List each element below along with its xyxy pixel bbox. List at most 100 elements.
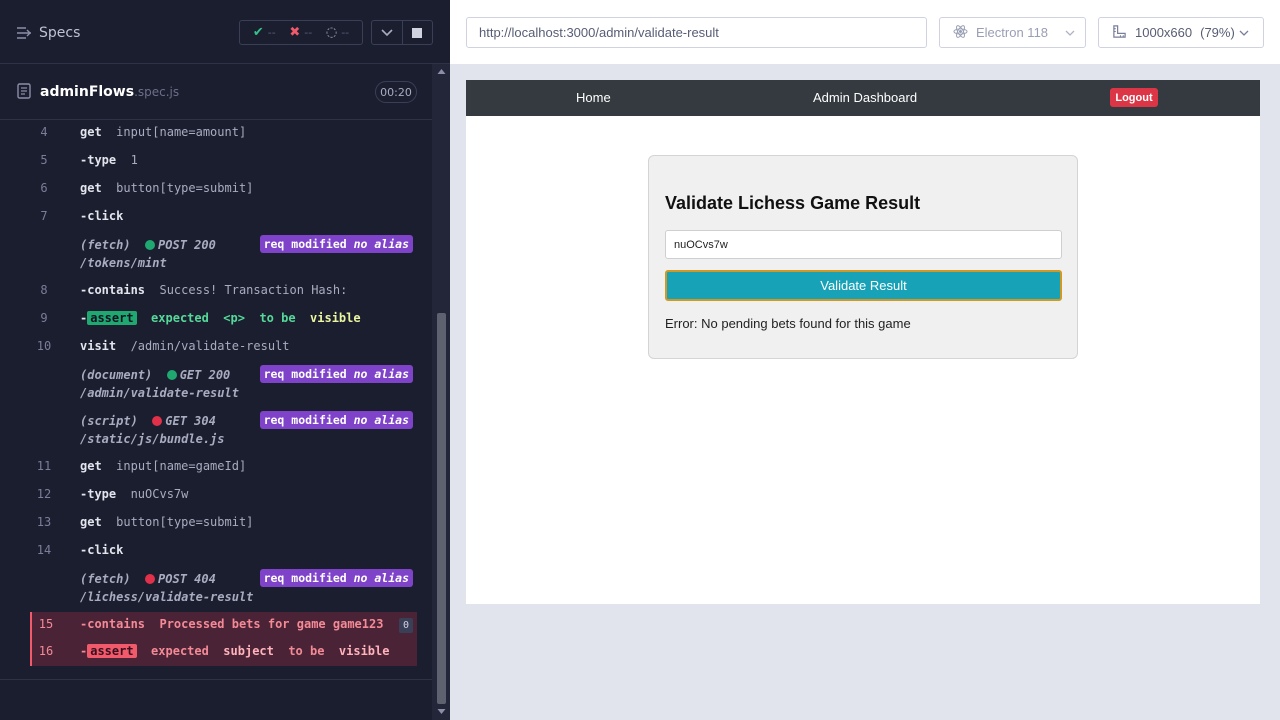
failed-command-row[interactable]: 15 -contains Processed bets for game gam… [30, 612, 417, 639]
stop-button[interactable] [401, 21, 432, 44]
command-name-text: -type [80, 153, 117, 167]
assert-row[interactable]: 9 - assert expected <p> to be visible [30, 311, 417, 329]
zoom-level: (79%) [1200, 25, 1235, 40]
failed-assert-row[interactable]: 16 - assert expected subject to be visibl… [30, 639, 417, 666]
assert-word: expected [151, 311, 209, 325]
request-row[interactable]: (document) GET 200 /admin/validate-resul… [30, 364, 417, 402]
chevron-down-icon [381, 28, 393, 36]
badge-text: req modified [263, 413, 347, 427]
status-dot-icon [166, 370, 177, 380]
command-row[interactable]: 11 get input[name=gameId] [30, 459, 417, 477]
app-under-test-panel: http://localhost:3000/admin/validate-res… [450, 0, 1280, 720]
command-name: -click [80, 209, 124, 223]
command-name-text: -contains [80, 617, 146, 631]
request-method: POST 200 [158, 238, 216, 252]
request-line: (document) GET 200 [80, 368, 230, 382]
assert-subject: subject [223, 644, 274, 658]
document-icon [17, 83, 31, 103]
validate-result-button[interactable]: Validate Result [665, 270, 1062, 301]
stop-square-icon [412, 27, 423, 38]
command-number: 14 [36, 543, 52, 557]
request-method: GET 304 [165, 414, 216, 428]
status-dot-icon [152, 416, 163, 426]
command-log: 4 get input[name=amount] 5 -type 1 6 get… [0, 120, 432, 680]
assert-value: visible [310, 311, 361, 325]
status-dot-icon [145, 240, 156, 250]
command-message: button[type=submit] [116, 515, 254, 529]
command-name-text: get [80, 181, 102, 195]
cross-icon: ✖ [289, 25, 301, 40]
stat-pending: ◌ -- [326, 25, 349, 40]
test-stats: ✔ -- ✖ -- ◌ -- [239, 20, 363, 45]
nav-dashboard-link[interactable]: Admin Dashboard [813, 90, 917, 105]
specs-toggle-button[interactable]: Specs [16, 22, 80, 44]
command-row[interactable]: 7 -click [30, 209, 417, 227]
command-row[interactable]: 13 get button[type=submit] [30, 515, 417, 533]
reporter-header: Specs ✔ -- ✖ -- ◌ -- [0, 0, 450, 64]
electron-icon [953, 24, 968, 42]
command-number: 11 [36, 459, 52, 473]
command-message: Success! Transaction Hash: [159, 283, 348, 297]
command-name: get button[type=submit] [80, 181, 253, 195]
request-row[interactable]: (fetch) POST 200 /tokens/mint req modifi… [30, 234, 417, 272]
dash: - [80, 644, 88, 658]
request-path: /lichess/validate-result [80, 590, 254, 604]
status-dot-icon [145, 574, 156, 584]
scroll-down-arrow-icon[interactable] [437, 706, 446, 716]
nav-home-link[interactable]: Home [576, 90, 611, 105]
command-row[interactable]: 12 -type nuOCvs7w [30, 487, 417, 505]
viewport-select[interactable]: 1000x660 (79%) [1098, 17, 1264, 48]
aut-header: http://localhost:3000/admin/validate-res… [450, 0, 1280, 64]
collapse-button[interactable] [372, 21, 402, 44]
request-path: /admin/validate-result [80, 386, 239, 400]
command-number: 15 [38, 617, 54, 631]
command-name: -contains Success! Transaction Hash: [80, 283, 347, 297]
browser-select[interactable]: Electron 118 [939, 17, 1086, 48]
spec-file-header[interactable]: adminFlows.spec.js 00:20 [0, 64, 432, 120]
alias-text: no alias [353, 237, 409, 251]
command-row[interactable]: 4 get input[name=amount] [30, 125, 417, 143]
run-controls [371, 20, 433, 45]
failed-count: -- [304, 26, 313, 39]
request-type: (document) [80, 368, 153, 382]
request-type: (fetch) [80, 572, 131, 586]
app-iframe: Home Admin Dashboard Logout Validate Lic… [466, 80, 1260, 604]
assert-word: to be [288, 644, 325, 658]
command-row[interactable]: 14 -click [30, 543, 417, 561]
assert-tag: assert [87, 311, 137, 325]
command-row[interactable]: 10 visit /admin/validate-result [30, 339, 417, 357]
request-method: GET 200 [179, 368, 231, 382]
request-line: (script) GET 304 [80, 414, 216, 428]
command-message: 1 [130, 153, 138, 167]
command-name-text: get [80, 515, 102, 529]
request-row[interactable]: (script) GET 304 /static/js/bundle.js re… [30, 410, 417, 448]
assert-value: visible [338, 644, 390, 658]
game-id-input[interactable]: nuOCvs7w [665, 230, 1062, 259]
scroll-up-arrow-icon[interactable] [437, 67, 446, 77]
command-row[interactable]: 8 -contains Success! Transaction Hash: [30, 283, 417, 301]
url-bar[interactable]: http://localhost:3000/admin/validate-res… [466, 17, 927, 48]
command-row[interactable]: 5 -type 1 [30, 153, 417, 171]
command-name-text: -type [80, 487, 117, 501]
request-path: /static/js/bundle.js [80, 432, 225, 446]
specs-list-icon [16, 26, 32, 40]
reporter-footer [0, 679, 432, 720]
check-icon: ✔ [252, 25, 264, 40]
command-name: get input[name=amount] [80, 125, 246, 139]
command-number: 6 [40, 181, 48, 195]
request-line: (fetch) POST 200 [80, 238, 216, 252]
stat-passed: ✔ -- [253, 25, 276, 40]
request-line: (fetch) POST 404 [80, 572, 216, 586]
command-name-text: get [80, 125, 102, 139]
app-navbar: Home Admin Dashboard Logout [466, 80, 1260, 116]
chevron-down-icon [1065, 30, 1075, 36]
command-row[interactable]: 6 get button[type=submit] [30, 181, 417, 199]
command-message: input[name=amount] [116, 125, 247, 139]
assert-word: expected [151, 644, 209, 658]
logout-button[interactable]: Logout [1110, 88, 1158, 107]
element-count-badge: 0 [399, 618, 413, 633]
assert-subject: <p> [223, 311, 245, 325]
request-row[interactable]: (fetch) POST 404 /lichess/validate-resul… [30, 568, 417, 606]
scrollbar-thumb[interactable] [437, 313, 446, 704]
spec-duration: 00:20 [375, 81, 417, 103]
